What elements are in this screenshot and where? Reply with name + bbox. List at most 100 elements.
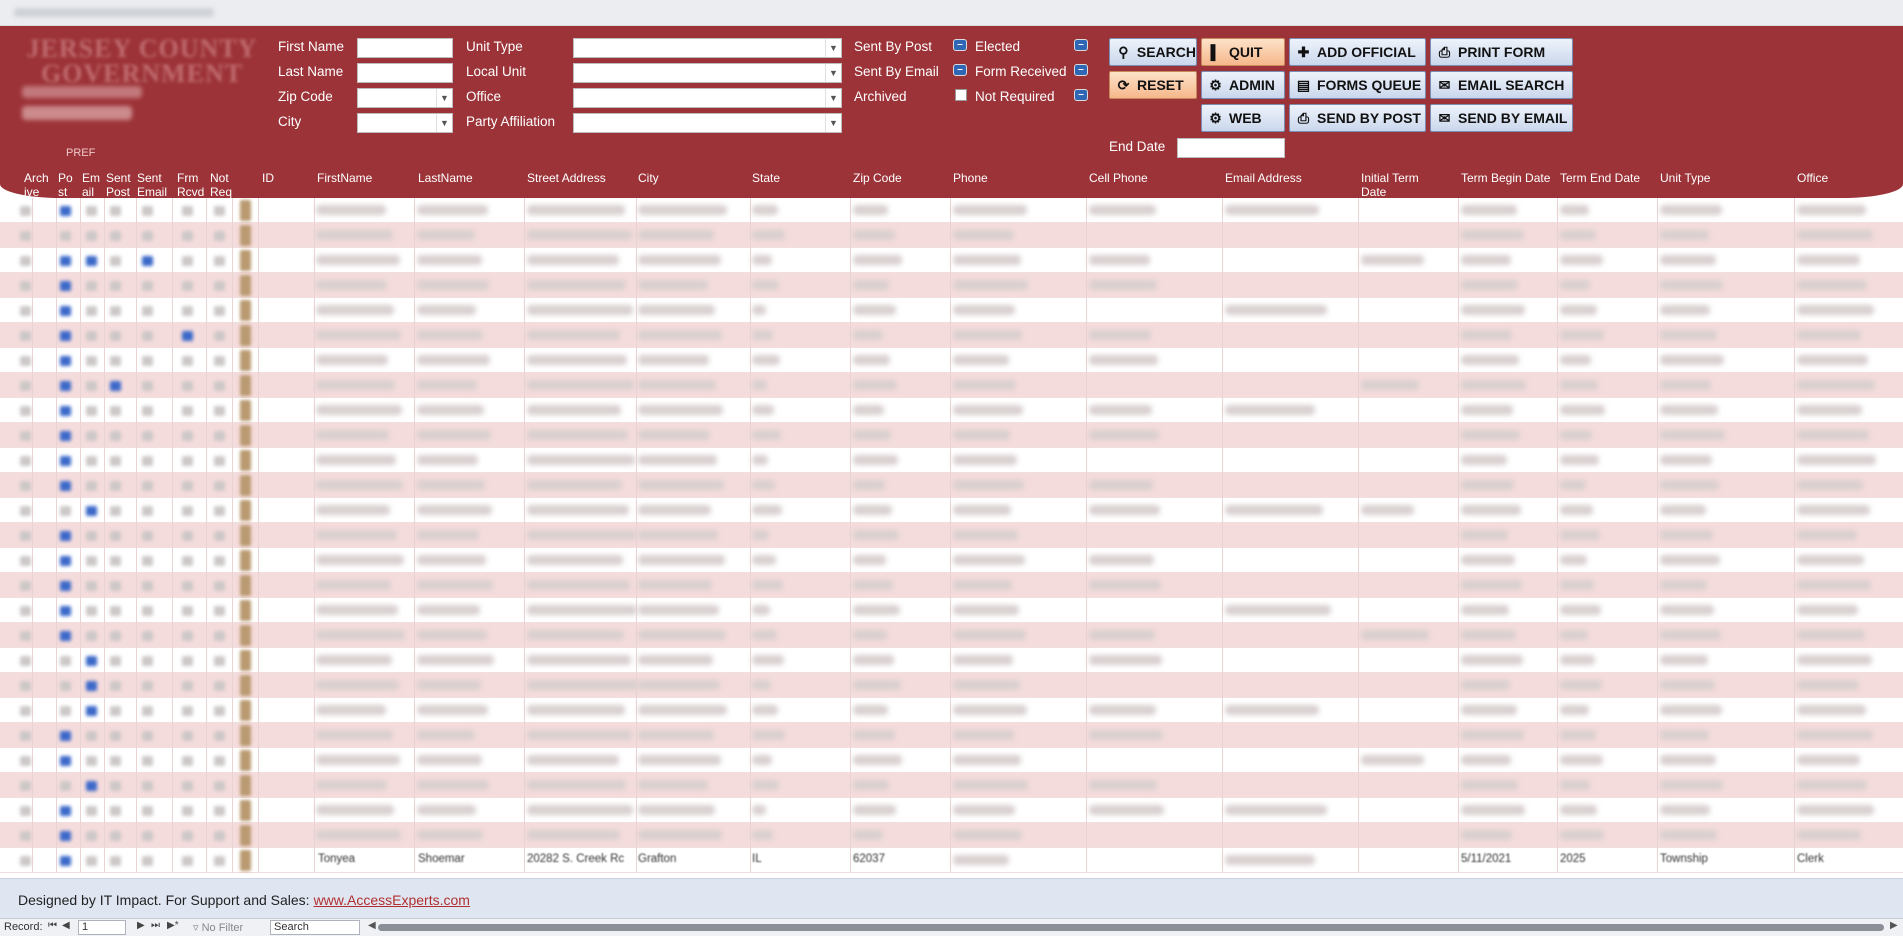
checked-checkbox[interactable] <box>60 306 71 316</box>
table-cell[interactable] <box>417 230 475 240</box>
checkbox[interactable] <box>182 531 193 541</box>
checked-checkbox[interactable] <box>60 581 71 591</box>
table-cell[interactable] <box>417 505 492 515</box>
table-cell[interactable] <box>953 805 1015 815</box>
col-term-end-date[interactable]: Term End Date <box>1560 171 1640 185</box>
col-zip-code[interactable]: Zip Code <box>853 171 902 185</box>
table-cell[interactable] <box>527 805 633 815</box>
table-cell[interactable] <box>1797 205 1866 215</box>
table-cell[interactable] <box>1660 830 1717 840</box>
table-cell[interactable] <box>752 280 779 290</box>
checked-checkbox[interactable] <box>60 206 71 216</box>
table-cell[interactable] <box>1089 430 1159 440</box>
first-name-input[interactable] <box>357 38 453 58</box>
table-cell[interactable] <box>953 530 1018 540</box>
checkbox[interactable] <box>214 406 225 416</box>
table-cell[interactable] <box>638 630 726 640</box>
record-id-cell[interactable] <box>240 300 251 321</box>
table-cell[interactable] <box>638 330 722 340</box>
record-id-cell[interactable] <box>240 525 251 546</box>
checkbox[interactable] <box>214 306 225 316</box>
access-experts-link[interactable]: www.AccessExperts.com <box>314 892 470 908</box>
checkbox[interactable] <box>110 731 121 741</box>
table-cell[interactable] <box>316 605 398 615</box>
checkbox[interactable] <box>110 256 121 266</box>
checkbox[interactable] <box>86 731 97 741</box>
checkbox[interactable] <box>182 781 193 791</box>
forms-queue-button[interactable]: ▤ FORMS QUEUE <box>1289 71 1426 99</box>
table-cell[interactable] <box>1797 555 1864 565</box>
record-id-cell[interactable] <box>240 800 251 821</box>
table-row[interactable] <box>0 723 1903 748</box>
checkbox[interactable] <box>142 506 153 516</box>
checkbox[interactable] <box>182 481 193 491</box>
record-id-cell[interactable] <box>240 250 251 271</box>
checkbox[interactable] <box>110 556 121 566</box>
table-cell[interactable] <box>1560 505 1593 515</box>
record-id-cell[interactable] <box>240 575 251 596</box>
table-cell[interactable] <box>1361 630 1429 640</box>
table-cell[interactable] <box>638 255 721 265</box>
checkbox[interactable] <box>214 231 225 241</box>
checkbox[interactable] <box>182 606 193 616</box>
checkbox[interactable] <box>110 306 121 316</box>
col-frm-rcvd[interactable]: Frm Rcvd <box>177 171 205 199</box>
email-search-button[interactable]: ✉ EMAIL SEARCH <box>1430 71 1573 99</box>
cell-street-address[interactable]: 20282 S. Creek Rc <box>527 853 624 865</box>
table-cell[interactable] <box>1560 455 1599 465</box>
cell-term-begin-date[interactable]: 5/11/2021 <box>1461 853 1511 865</box>
table-cell[interactable] <box>316 555 404 565</box>
table-cell[interactable] <box>1660 705 1722 715</box>
table-cell[interactable] <box>752 605 770 615</box>
checkbox[interactable] <box>182 631 193 641</box>
table-cell[interactable] <box>1797 405 1862 415</box>
table-cell[interactable] <box>1660 780 1723 790</box>
table-cell[interactable] <box>527 780 626 790</box>
table-cell[interactable] <box>417 705 488 715</box>
table-cell[interactable] <box>1560 230 1596 240</box>
checkbox[interactable] <box>110 656 121 666</box>
table-cell[interactable] <box>853 655 894 665</box>
table-cell[interactable] <box>953 380 1016 390</box>
table-cell[interactable] <box>1560 680 1602 690</box>
record-id-cell[interactable] <box>240 775 251 796</box>
table-cell[interactable] <box>1797 805 1874 815</box>
table-cell[interactable] <box>1089 555 1154 565</box>
table-cell[interactable] <box>527 505 629 515</box>
table-cell[interactable] <box>953 480 1024 490</box>
col-email-address[interactable]: Email Address <box>1225 171 1302 185</box>
checkbox[interactable] <box>110 281 121 291</box>
table-cell[interactable] <box>953 455 1017 465</box>
unit-type-combo[interactable]: ▼ <box>573 38 842 58</box>
checked-checkbox[interactable] <box>60 281 71 291</box>
record-id-cell[interactable] <box>240 825 251 846</box>
checkbox[interactable] <box>60 706 71 716</box>
checkbox[interactable] <box>20 481 31 491</box>
checkbox[interactable] <box>20 706 31 716</box>
table-cell[interactable] <box>1225 205 1319 215</box>
send-by-email-button[interactable]: ✉ SEND BY EMAIL <box>1430 104 1573 132</box>
checkbox[interactable] <box>214 756 225 766</box>
checkbox[interactable] <box>110 331 121 341</box>
table-cell[interactable] <box>953 730 1014 740</box>
table-row[interactable] <box>0 498 1903 523</box>
table-cell[interactable] <box>1660 630 1721 640</box>
table-cell[interactable] <box>1797 255 1860 265</box>
table-row[interactable] <box>0 198 1903 223</box>
checkbox[interactable] <box>110 681 121 691</box>
table-cell[interactable] <box>1560 280 1590 290</box>
table-cell[interactable] <box>1560 355 1591 365</box>
checkbox[interactable] <box>214 506 225 516</box>
checkbox[interactable] <box>20 231 31 241</box>
checked-checkbox[interactable] <box>60 806 71 816</box>
checkbox[interactable] <box>86 806 97 816</box>
table-cell[interactable] <box>638 755 721 765</box>
checkbox[interactable] <box>214 806 225 816</box>
table-cell[interactable] <box>853 355 890 365</box>
checkbox[interactable] <box>182 806 193 816</box>
checkbox[interactable] <box>182 556 193 566</box>
checkbox[interactable] <box>182 431 193 441</box>
table-cell[interactable] <box>1225 305 1327 315</box>
checkbox[interactable] <box>142 406 153 416</box>
table-cell[interactable] <box>316 455 396 465</box>
